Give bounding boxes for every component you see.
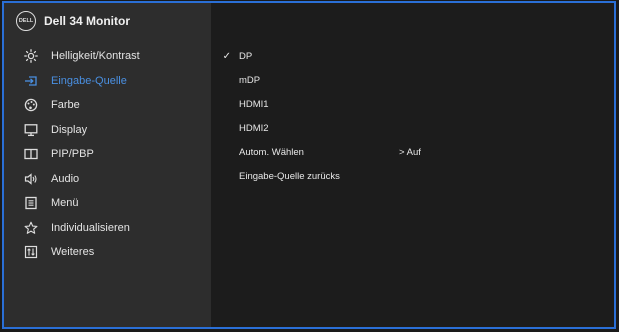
- sidebar-item-label: Menü: [51, 197, 79, 210]
- input-source-icon: [23, 73, 39, 89]
- check-icon: ✓: [222, 50, 231, 62]
- sidebar-item-label: Audio: [51, 172, 80, 185]
- option-hdmi1[interactable]: HDMI1: [211, 94, 611, 114]
- sidebar-item-label: PIP/PBP: [51, 148, 94, 161]
- sidebar-item-input-source[interactable]: Eingabe-Quelle: [4, 69, 211, 94]
- pip-pbp-icon: [23, 146, 39, 162]
- sidebar-item-pip-pbp[interactable]: PIP/PBP: [4, 142, 211, 167]
- option-dp[interactable]: ✓ DP: [211, 46, 611, 66]
- sidebar-item-personalize[interactable]: Individualisieren: [4, 216, 211, 241]
- monitor-osd: DELL Dell 34 Monitor Helligkeit/Kontrast…: [2, 1, 616, 329]
- menu-icon: [23, 195, 39, 211]
- auto-select-value: > Auf: [399, 146, 421, 158]
- option-label: HDMI1: [239, 98, 269, 110]
- sidebar-item-label: Farbe: [51, 99, 80, 112]
- display-icon: [23, 122, 39, 138]
- option-auto-select[interactable]: Autom. Wählen > Auf: [211, 142, 611, 162]
- option-label: Eingabe-Quelle zurücks: [239, 170, 340, 182]
- option-label: Autom. Wählen: [239, 146, 304, 158]
- option-mdp[interactable]: mDP: [211, 70, 611, 90]
- monitor-title: Dell 34 Monitor: [44, 14, 131, 28]
- sidebar-item-color[interactable]: Farbe: [4, 93, 211, 118]
- sidebar-item-label: Weiteres: [51, 246, 95, 259]
- sidebar-item-label: Display: [51, 123, 88, 136]
- star-icon: [23, 220, 39, 236]
- sidebar-item-menu[interactable]: Menü: [4, 191, 211, 216]
- brightness-icon: [23, 48, 39, 64]
- input-source-panel: ✓ DP mDP HDMI1 HDMI2 Autom. Wählen > Auf…: [211, 3, 614, 327]
- dell-logo: DELL: [16, 11, 36, 31]
- sidebar-item-others[interactable]: Weiteres: [4, 240, 211, 265]
- color-palette-icon: [23, 97, 39, 113]
- audio-icon: [23, 171, 39, 187]
- sidebar-item-audio[interactable]: Audio: [4, 167, 211, 192]
- sidebar-item-label: Helligkeit/Kontrast: [51, 50, 140, 63]
- sidebar-item-label: Individualisieren: [51, 221, 130, 234]
- osd-header: DELL Dell 34 Monitor: [4, 3, 211, 39]
- option-hdmi2[interactable]: HDMI2: [211, 118, 611, 138]
- sidebar-item-label: Eingabe-Quelle: [51, 74, 127, 87]
- sidebar: DELL Dell 34 Monitor Helligkeit/Kontrast…: [4, 3, 211, 327]
- option-label: HDMI2: [239, 122, 269, 134]
- option-reset-input-source[interactable]: Eingabe-Quelle zurücks: [211, 166, 611, 186]
- main-menu: Helligkeit/Kontrast Eingabe-Quelle Farbe…: [4, 44, 211, 265]
- option-label: DP: [239, 50, 253, 62]
- option-label: mDP: [239, 74, 261, 86]
- sidebar-item-display[interactable]: Display: [4, 118, 211, 143]
- others-icon: [23, 244, 39, 260]
- sidebar-item-brightness-contrast[interactable]: Helligkeit/Kontrast: [4, 44, 211, 69]
